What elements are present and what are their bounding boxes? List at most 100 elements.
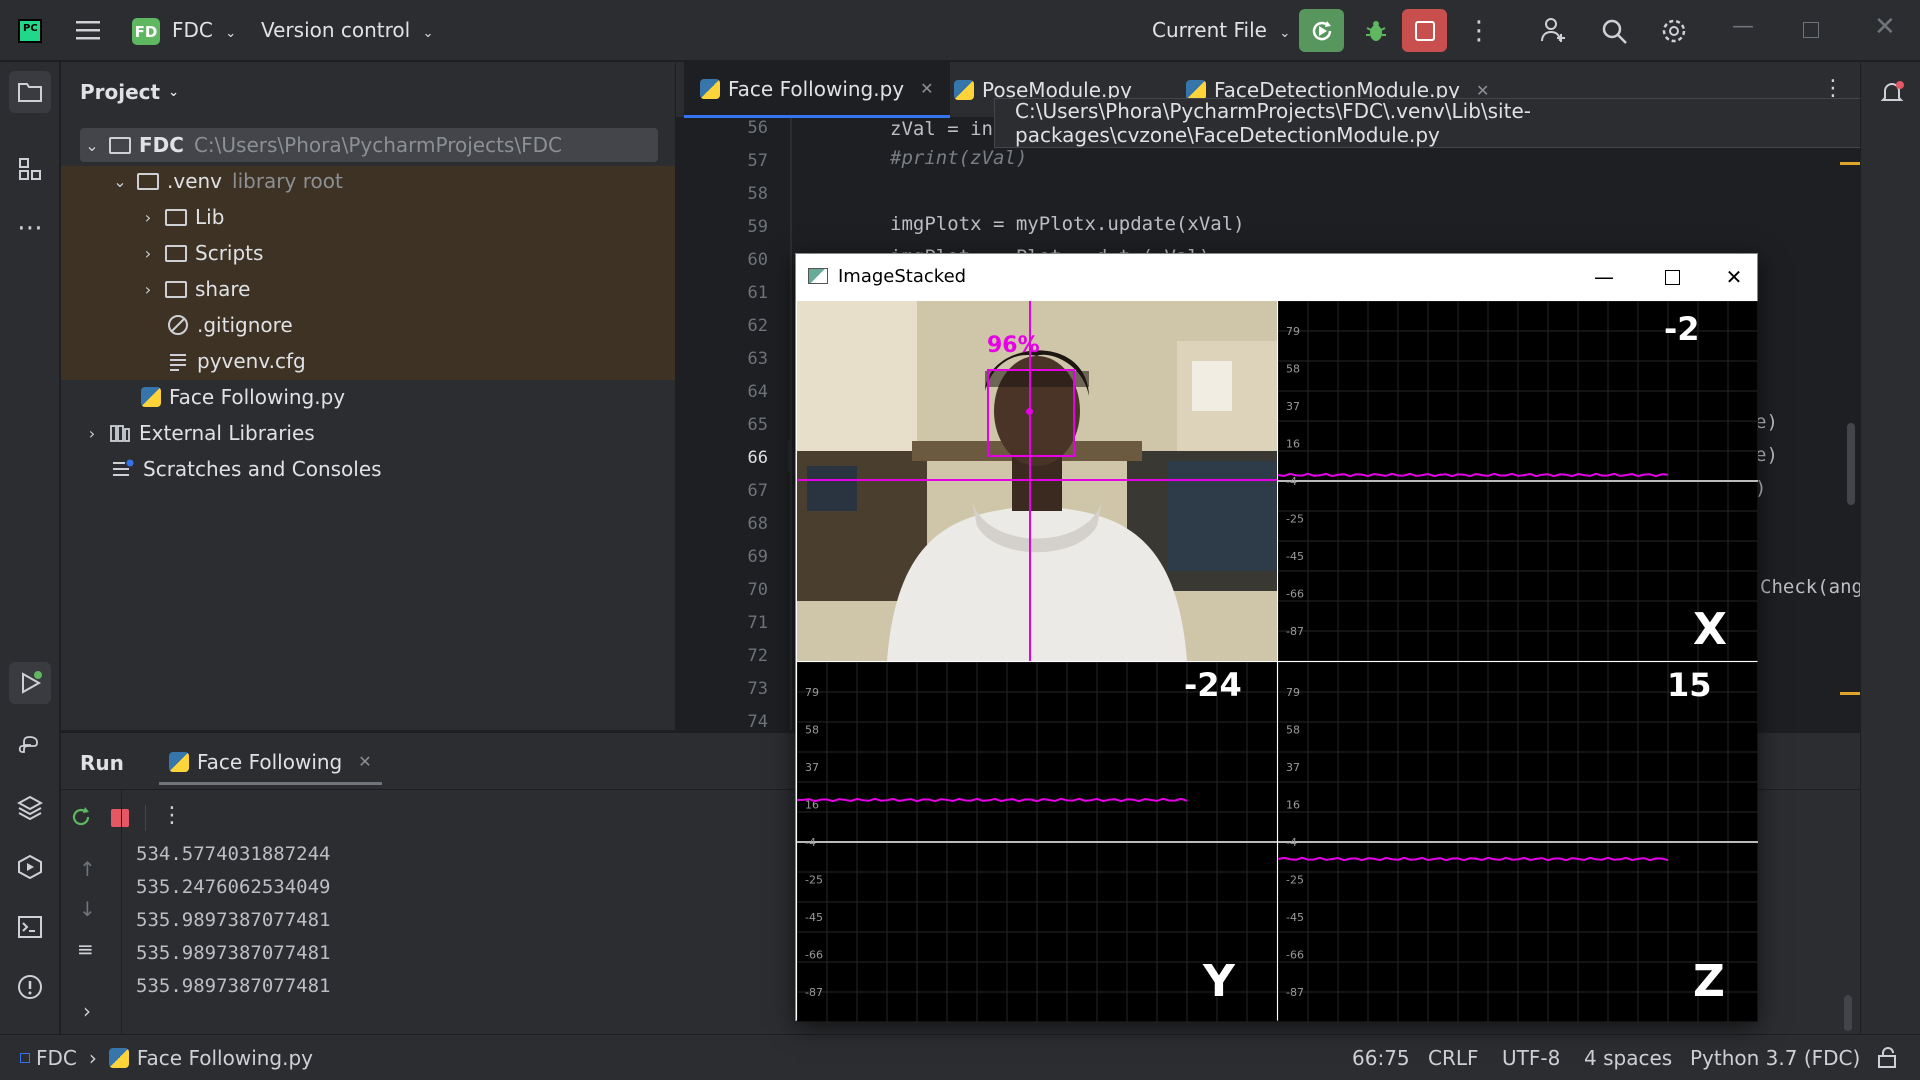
right-tool-strip	[1860, 62, 1920, 1034]
z-axis-letter: Z	[1693, 956, 1725, 1007]
x-axis-letter: X	[1693, 604, 1727, 655]
ignore-file-icon	[168, 315, 188, 335]
notifications-icon[interactable]	[1879, 80, 1905, 111]
minimize-window-icon[interactable]: —	[1584, 262, 1624, 292]
python-interpreter[interactable]: Python 3.7 (FDC)	[1690, 1046, 1860, 1070]
vcs-menu[interactable]: Version control ⌄	[261, 18, 434, 42]
tree-item-fdc[interactable]: ⌄ FDC C:\Users\Phora\PycharmProjects\FDC	[81, 128, 562, 162]
image-stacked-window[interactable]: ImageStacked — ✕ 96% 79 58 37 16 -4 -25 …	[795, 253, 1758, 1022]
search-icon[interactable]	[1600, 17, 1628, 50]
python-file-icon	[954, 80, 974, 100]
minimize-window-icon[interactable]: —	[1732, 14, 1754, 39]
more-actions-icon[interactable]: ⋮	[1466, 16, 1492, 46]
close-icon[interactable]: ✕	[1476, 81, 1489, 100]
warning-marker[interactable]	[1840, 692, 1860, 695]
y-tick-label: -45	[1286, 550, 1304, 563]
close-window-icon[interactable]: ✕	[1714, 262, 1754, 292]
stop-icon[interactable]	[111, 809, 129, 827]
project-folder-icon[interactable]	[9, 71, 51, 113]
tree-item-venv[interactable]: ⌄ .venv library root	[109, 164, 343, 198]
lock-icon[interactable]	[1876, 1047, 1898, 1074]
warning-marker[interactable]	[1840, 162, 1860, 165]
chevron-right-icon: ›	[144, 279, 152, 299]
text-file-icon	[170, 354, 186, 371]
tree-item-external-libraries[interactable]: › External Libraries	[81, 416, 315, 450]
stop-button[interactable]	[1402, 9, 1447, 52]
line-number: 69	[747, 547, 768, 567]
tree-item-label: Face Following.py	[169, 385, 346, 409]
console-output-line: 535.9897387077481	[136, 942, 331, 964]
project-selector[interactable]: FDC ⌄	[172, 18, 236, 42]
console-scrollbar[interactable]	[1844, 995, 1852, 1031]
services-icon[interactable]	[9, 846, 51, 888]
y-tick-label: 37	[1286, 761, 1300, 774]
line-number: 64	[747, 382, 768, 402]
indent-setting[interactable]: 4 spaces	[1584, 1046, 1672, 1070]
close-window-icon[interactable]: ✕	[1874, 12, 1896, 42]
tree-item-lib[interactable]: › Lib	[137, 200, 225, 234]
image-window-title: ImageStacked	[838, 266, 967, 287]
line-number: 62	[747, 316, 768, 336]
face-confidence-label: 96%	[987, 333, 1040, 358]
tree-item-face-following[interactable]: Face Following.py	[141, 380, 345, 414]
file-path-tooltip: C:\Users\Phora\PycharmProjects\FDC\.venv…	[994, 98, 1906, 148]
tree-item-gitignore[interactable]: .gitignore	[167, 308, 293, 342]
terminal-icon[interactable]	[9, 906, 51, 948]
y-tick-label: 37	[805, 761, 819, 774]
project-panel-header[interactable]: Project ⌄	[80, 80, 179, 104]
scroll-up-icon[interactable]: ↑	[79, 857, 96, 881]
close-icon[interactable]: ✕	[920, 79, 933, 98]
debug-button[interactable]	[1356, 12, 1396, 50]
line-number: 70	[747, 580, 768, 600]
caret-position[interactable]: 66:75	[1352, 1046, 1410, 1070]
structure-icon[interactable]	[9, 148, 51, 190]
run-config-selector[interactable]: Current File ⌄	[1152, 18, 1290, 42]
plot-z-canvas: 79 58 37 16 -4 -25 -45 -66 -87	[1278, 662, 1758, 1022]
breadcrumb[interactable]: FDC › Face Following.py	[20, 1046, 313, 1070]
project-badge[interactable]: FD	[132, 18, 160, 45]
tree-item-label: .gitignore	[197, 313, 293, 337]
add-user-icon[interactable]	[1540, 16, 1568, 49]
tree-item-pyvenv-cfg[interactable]: pyvenv.cfg	[167, 344, 306, 378]
tree-item-scratches[interactable]: Scratches and Consoles	[111, 452, 382, 486]
problems-icon[interactable]	[9, 966, 51, 1008]
image-window-titlebar[interactable]: ImageStacked — ✕	[796, 254, 1757, 300]
soft-wrap-icon[interactable]: ≡	[77, 937, 94, 961]
chevron-down-icon: ⌄	[113, 171, 127, 191]
scroll-down-icon[interactable]: ↓	[79, 897, 96, 921]
x-value-label: -2	[1664, 310, 1700, 348]
z-plot: 79 58 37 16 -4 -25 -45 -66 -87	[1278, 662, 1758, 1022]
python-console-icon[interactable]	[9, 726, 51, 768]
line-number: 56	[747, 118, 768, 138]
console-output-line: 535.2476062534049	[136, 876, 331, 898]
file-encoding[interactable]: UTF-8	[1502, 1046, 1560, 1070]
tab-face-following[interactable]: Face Following.py ✕	[684, 62, 950, 118]
chevron-right-icon: ›	[88, 1046, 97, 1070]
maximize-window-icon[interactable]	[1652, 262, 1692, 292]
line-number: 58	[747, 184, 768, 204]
run-tab-face-following[interactable]: Face Following ✕	[159, 741, 382, 785]
more-actions-icon[interactable]: ⋮	[161, 803, 183, 828]
close-icon[interactable]: ✕	[358, 752, 371, 771]
editor-scrollbar[interactable]	[1847, 423, 1855, 505]
line-number: 68	[747, 514, 768, 534]
y-axis-letter: Y	[1203, 956, 1235, 1007]
more-tools-icon[interactable]: ⋯	[9, 207, 51, 249]
folder-icon	[165, 280, 187, 298]
camera-feed: 96%	[797, 301, 1277, 661]
main-menu-icon[interactable]	[75, 18, 101, 42]
gear-icon[interactable]	[1660, 17, 1688, 50]
rerun-button[interactable]	[1299, 9, 1344, 52]
tree-item-scripts[interactable]: › Scripts	[137, 236, 264, 270]
opencv-window-icon	[808, 268, 828, 284]
y-tick-label: -25	[1286, 513, 1304, 526]
y-tick-label: -87	[805, 986, 823, 999]
line-separator[interactable]: CRLF	[1428, 1046, 1479, 1070]
tree-item-share[interactable]: › share	[137, 272, 251, 306]
run-tool-icon[interactable]	[9, 662, 51, 704]
chevron-right-icon[interactable]: ›	[83, 999, 91, 1023]
pycharm-logo-icon[interactable]: PC	[18, 19, 42, 43]
restore-window-icon[interactable]	[1803, 22, 1819, 38]
layers-icon[interactable]	[9, 786, 51, 828]
rerun-icon[interactable]	[69, 805, 93, 834]
